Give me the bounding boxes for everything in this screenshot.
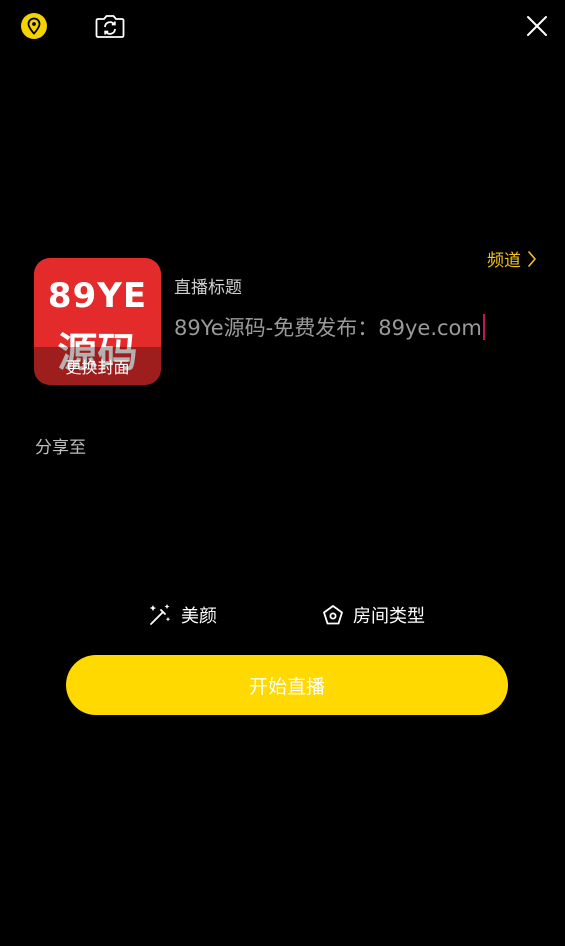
stream-title-label: 直播标题 — [174, 278, 242, 298]
change-cover-button[interactable]: 更换封面 — [34, 347, 161, 385]
channel-label: 频道 — [487, 251, 521, 271]
share-to-label: 分享至 — [35, 438, 86, 458]
pentagon-icon — [323, 605, 343, 625]
beauty-button[interactable]: 美颜 — [147, 602, 217, 628]
location-button[interactable] — [20, 12, 48, 40]
beauty-label: 美颜 — [181, 606, 217, 627]
camera-flip-icon — [95, 15, 125, 38]
cover-image[interactable]: 89YE 源码 更换封面 — [34, 258, 161, 385]
cover-logo-text-top: 89YE — [47, 276, 148, 316]
room-type-button[interactable]: 房间类型 — [321, 602, 425, 628]
camera-flip-button[interactable] — [94, 11, 126, 41]
room-type-label: 房间类型 — [353, 606, 425, 627]
text-caret — [482, 314, 485, 340]
close-icon — [527, 16, 547, 36]
stream-title-value: 89Ye源码-免费发布：89ye.com — [174, 316, 482, 340]
magic-wand-icon — [149, 604, 171, 625]
location-pin-icon — [21, 13, 47, 39]
change-cover-label: 更换封面 — [65, 358, 130, 377]
start-live-label: 开始直播 — [248, 675, 325, 698]
channel-selector[interactable]: 频道 — [487, 246, 537, 271]
chevron-right-icon — [528, 250, 536, 267]
top-bar — [0, 0, 565, 52]
start-live-button[interactable]: 开始直播 — [66, 655, 508, 715]
close-button[interactable] — [523, 12, 551, 40]
stream-title-input[interactable]: 89Ye源码-免费发布：89ye.com — [174, 308, 526, 346]
